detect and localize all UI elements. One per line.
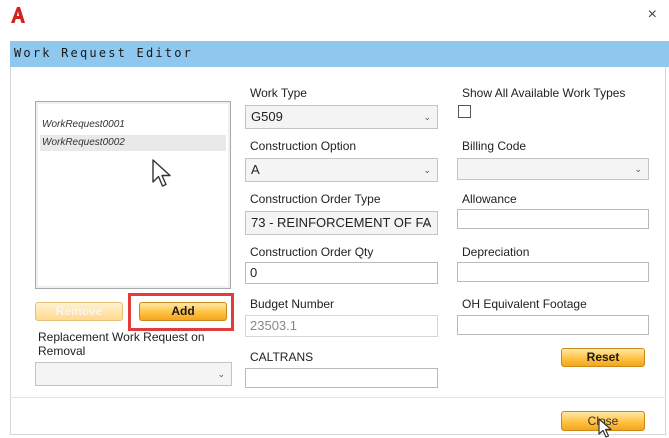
window-close-icon[interactable]: × (648, 6, 657, 24)
work-type-select[interactable]: G509 ⌄ (245, 105, 438, 129)
construction-option-select[interactable]: A ⌄ (245, 158, 438, 182)
chevron-down-icon: ⌄ (423, 165, 431, 175)
work-request-list[interactable]: WorkRequest0001 WorkRequest0002 (35, 101, 231, 289)
work-type-label: Work Type (250, 86, 307, 100)
reset-button[interactable]: Reset (561, 348, 645, 367)
caltrans-label: CALTRANS (250, 350, 314, 364)
chevron-down-icon: ⌄ (217, 369, 225, 379)
dialog-title: Work Request Editor (14, 46, 194, 60)
show-all-work-types-label: Show All Available Work Types (462, 86, 626, 100)
work-type-value: G509 (251, 109, 283, 124)
oh-equivalent-footage-input[interactable] (457, 315, 649, 335)
footer-divider (10, 397, 666, 398)
construction-option-value: A (251, 162, 260, 177)
budget-number-input[interactable]: 23503.1 (245, 315, 438, 337)
mouse-pointer-icon (152, 159, 171, 187)
replacement-label: Replacement Work Request on Removal (38, 330, 205, 358)
oh-equivalent-footage-label: OH Equivalent Footage (462, 297, 587, 311)
remove-button[interactable]: Remove (35, 302, 123, 321)
construction-order-type-select[interactable]: 73 - REINFORCEMENT OF FA ⌄ (245, 211, 438, 235)
show-all-work-types-checkbox[interactable] (458, 105, 471, 118)
billing-code-label: Billing Code (462, 139, 527, 153)
list-item[interactable]: WorkRequest0002 (40, 135, 226, 151)
construction-option-label: Construction Option (250, 139, 357, 153)
depreciation-input[interactable] (457, 262, 649, 282)
allowance-input[interactable] (457, 209, 649, 229)
construction-order-qty-label: Construction Order Qty (250, 245, 374, 259)
mouse-pointer-icon (598, 418, 612, 438)
billing-code-select[interactable]: ⌄ (457, 158, 649, 180)
construction-order-type-label: Construction Order Type (250, 192, 381, 206)
budget-number-label: Budget Number (250, 297, 335, 311)
chevron-down-icon: ⌄ (423, 112, 431, 122)
app-logo-icon (11, 7, 25, 23)
dialog-titlebar: Work Request Editor (10, 41, 669, 67)
list-item[interactable]: WorkRequest0001 (40, 117, 226, 133)
depreciation-label: Depreciation (462, 245, 530, 259)
caltrans-input[interactable] (245, 368, 438, 388)
chevron-down-icon: ⌄ (634, 164, 642, 174)
allowance-label: Allowance (462, 192, 517, 206)
replacement-select[interactable]: ⌄ (35, 362, 232, 386)
construction-order-type-value: 73 - REINFORCEMENT OF FA (251, 215, 432, 230)
chevron-down-icon: ⌄ (423, 218, 431, 228)
add-button-highlight (128, 293, 234, 331)
construction-order-qty-input[interactable]: 0 (245, 262, 438, 284)
